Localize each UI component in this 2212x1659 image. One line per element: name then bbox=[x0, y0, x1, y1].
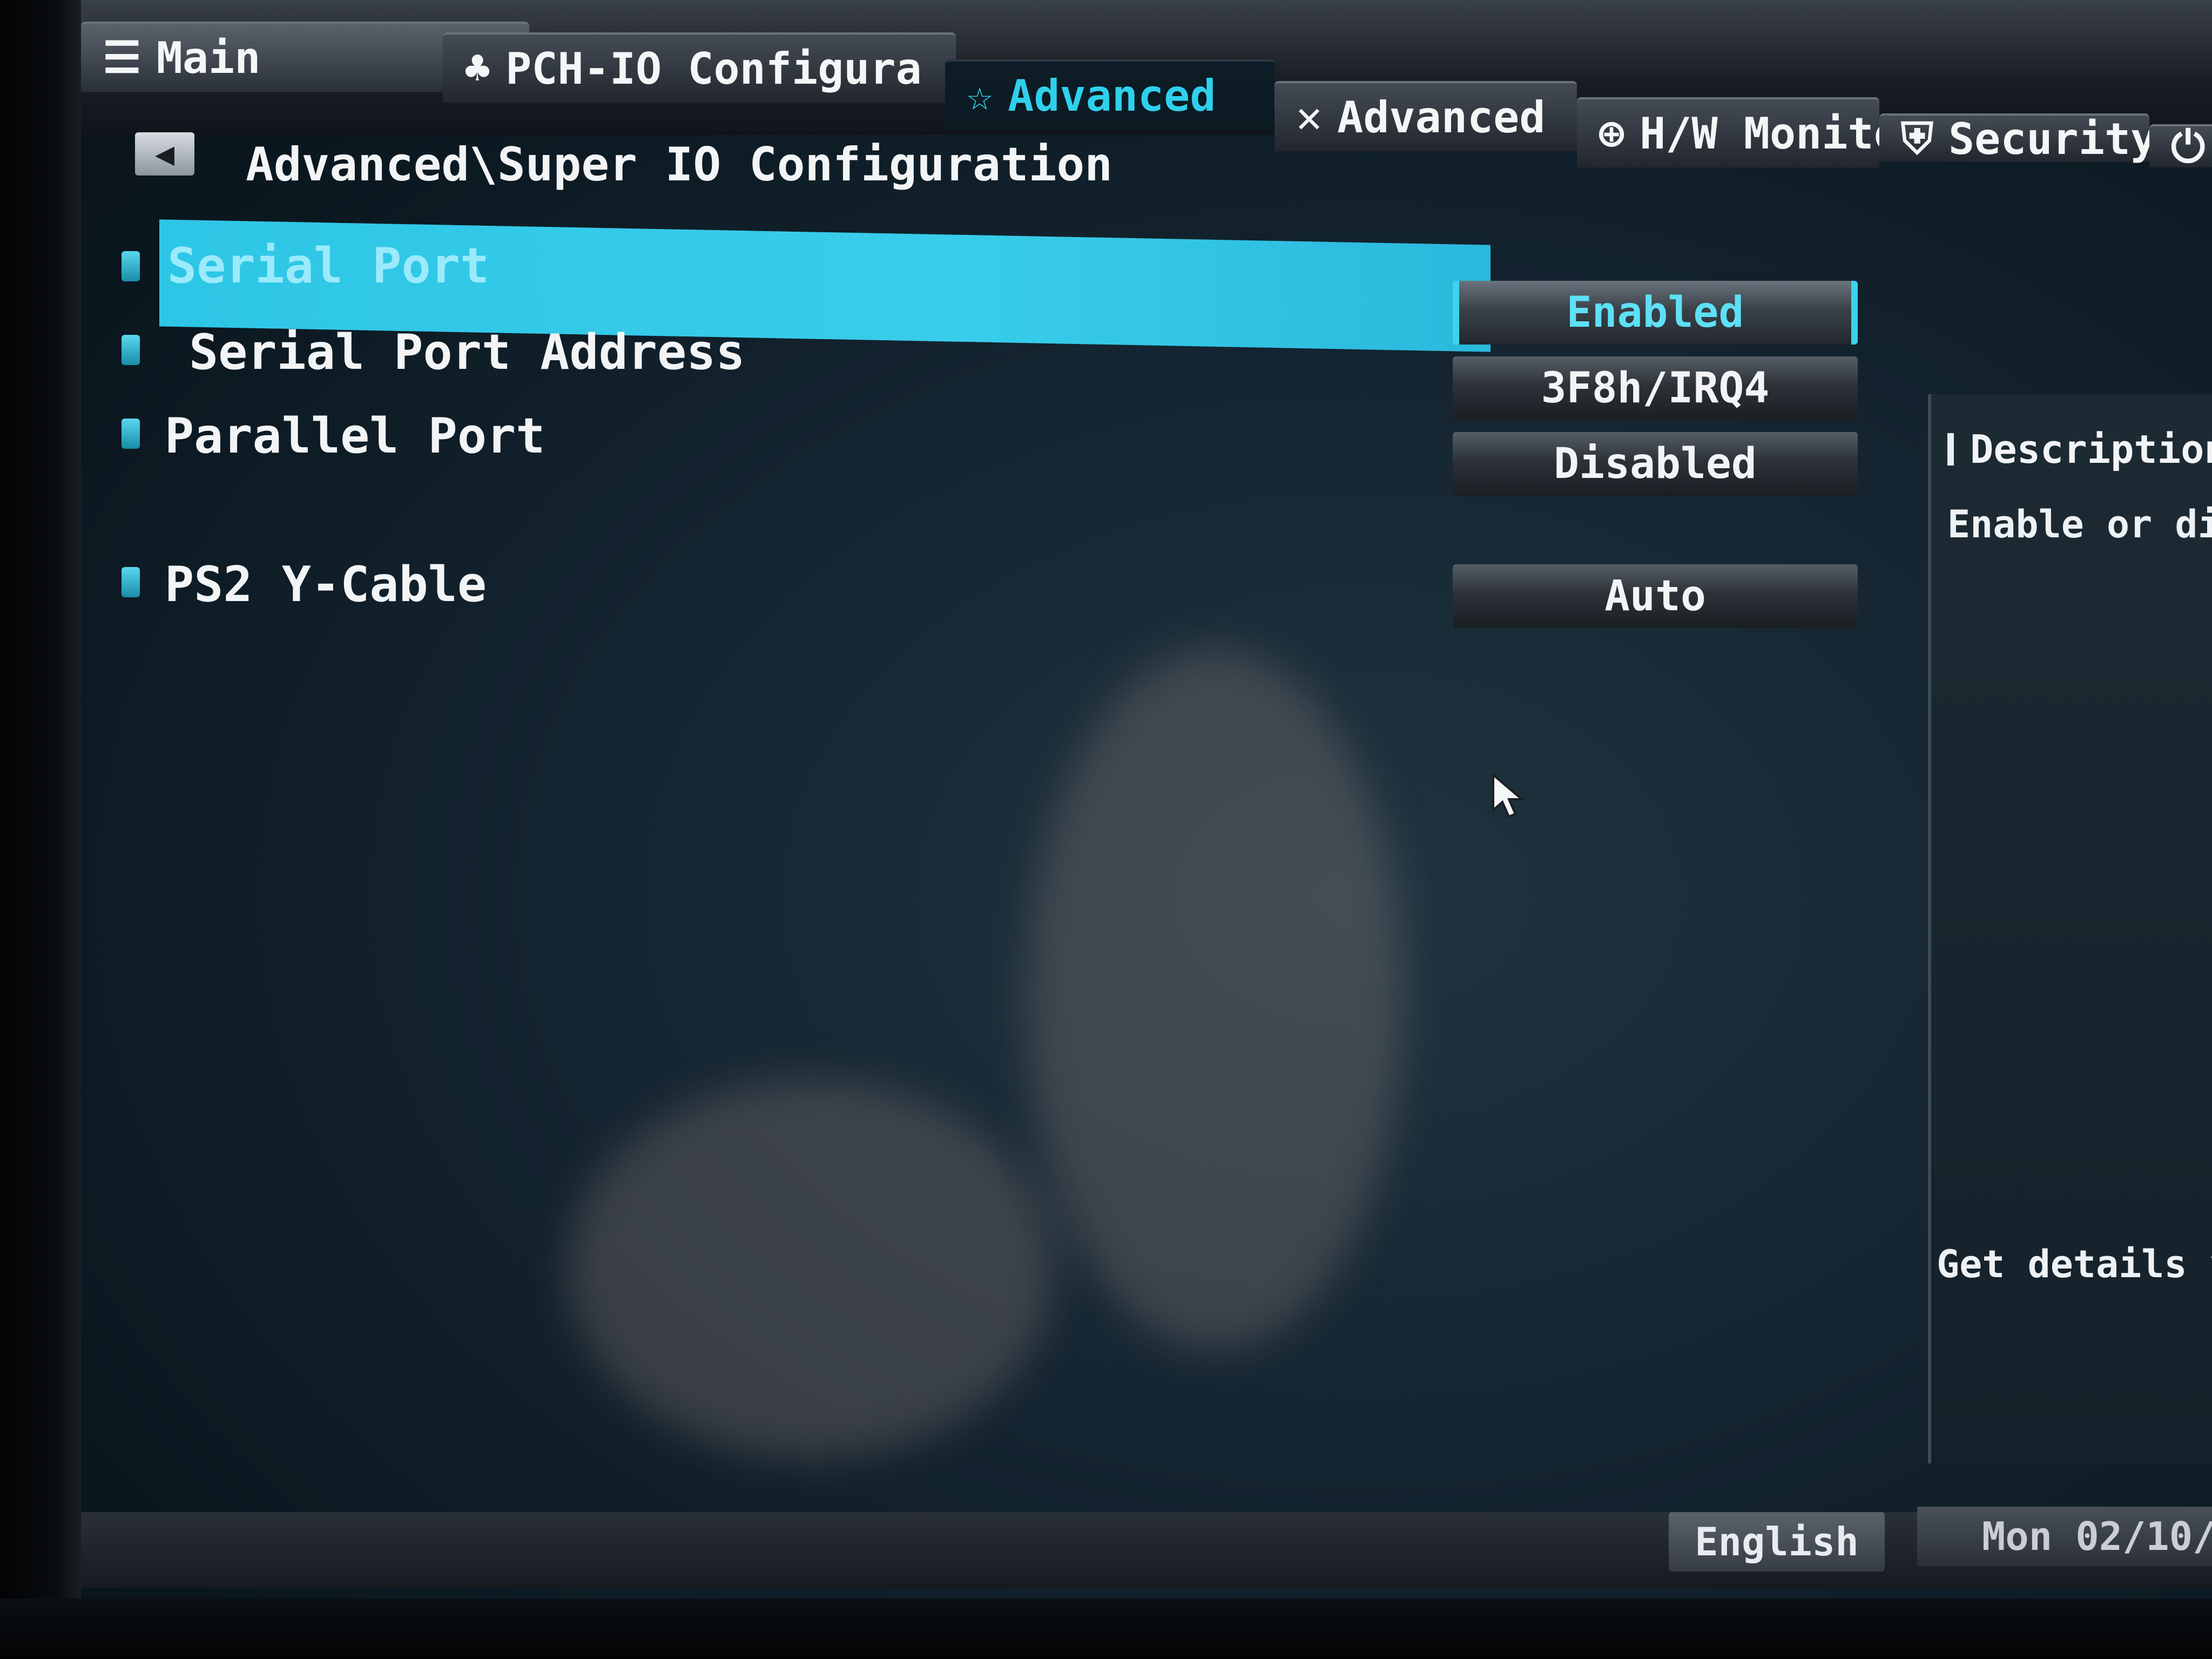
gauge-icon: ⊕ bbox=[1599, 108, 1625, 158]
tools-icon: ✕ bbox=[1296, 92, 1323, 142]
description-title-label: Description bbox=[1970, 427, 2212, 472]
tab-pch-io[interactable]: ♣ PCH-IO Configura bbox=[443, 32, 956, 103]
option-serial-port-value[interactable]: Enabled bbox=[1453, 281, 1858, 345]
setting-ps2-y-cable[interactable]: PS2 Y-Cable bbox=[165, 556, 487, 613]
setting-parallel-port[interactable]: Parallel Port bbox=[165, 408, 545, 464]
setting-serial-port-address[interactable]: Serial Port Address bbox=[189, 324, 745, 381]
monitor-bezel-bottom bbox=[0, 1599, 2212, 1659]
footer-bar bbox=[81, 1512, 2212, 1588]
tab-advanced-tools-label: Advanced bbox=[1337, 92, 1546, 143]
option-parallel-port-value[interactable]: Disabled bbox=[1453, 432, 1858, 496]
mouse-cursor-icon bbox=[1492, 772, 1525, 818]
tab-bar: ☰ Main ♣ PCH-IO Configura ☆ Advanced ✕ A… bbox=[81, 0, 2212, 168]
description-title: Description bbox=[1931, 427, 2212, 472]
language-button[interactable]: English bbox=[1669, 1512, 1885, 1572]
cluster-icon: ♣ bbox=[464, 43, 491, 93]
row-marker-icon bbox=[122, 251, 140, 281]
description-text: Enable or disa bbox=[1947, 502, 2212, 547]
tab-advanced-tools[interactable]: ✕ Advanced bbox=[1274, 81, 1577, 151]
breadcrumb: Advanced\Super IO Configuration bbox=[246, 138, 1113, 192]
list-icon: ☰ bbox=[103, 32, 141, 83]
star-icon: ☆ bbox=[967, 70, 993, 120]
tab-security-label: Security bbox=[1948, 113, 2157, 164]
screen-reflection-lower bbox=[567, 1080, 1053, 1458]
option-serial-port-address-value[interactable]: 3F8h/IRQ4 bbox=[1453, 356, 1858, 420]
back-button[interactable]: ◀ bbox=[135, 132, 194, 176]
bios-screen: ☰ Main ♣ PCH-IO Configura ☆ Advanced ✕ A… bbox=[81, 0, 2212, 1631]
datetime-display: Mon 02/10/2 bbox=[1917, 1507, 2212, 1566]
tab-main-label: Main bbox=[156, 32, 261, 83]
description-panel: Description Enable or disa Get details v… bbox=[1928, 394, 2212, 1464]
shield-icon: ⛨ bbox=[1901, 113, 1933, 164]
power-icon: ⏻ bbox=[2171, 122, 2206, 172]
row-marker-icon bbox=[122, 335, 140, 365]
option-ps2-y-cable-value[interactable]: Auto bbox=[1453, 564, 1858, 628]
row-marker-icon bbox=[122, 419, 140, 449]
description-footer: Get details vi bbox=[1937, 1242, 2212, 1286]
tab-hw-monitor[interactable]: ⊕ H/W Monitor bbox=[1577, 97, 1926, 167]
tab-exit[interactable]: ⏻ E bbox=[2149, 122, 2212, 172]
tab-advanced-active-label: Advanced bbox=[1008, 70, 1216, 121]
setting-serial-port[interactable]: Serial Port bbox=[167, 238, 489, 294]
monitor-bezel-left bbox=[0, 0, 81, 1659]
tab-security[interactable]: ⛨ Security bbox=[1879, 113, 2156, 164]
back-arrow-icon: ◀ bbox=[154, 135, 175, 173]
tab-advanced-active[interactable]: ☆ Advanced bbox=[945, 59, 1274, 130]
row-marker-icon bbox=[122, 567, 140, 597]
screen-reflection bbox=[1026, 648, 1404, 1350]
tab-pch-io-label: PCH-IO Configura bbox=[505, 43, 922, 94]
description-marker bbox=[1947, 433, 1954, 466]
